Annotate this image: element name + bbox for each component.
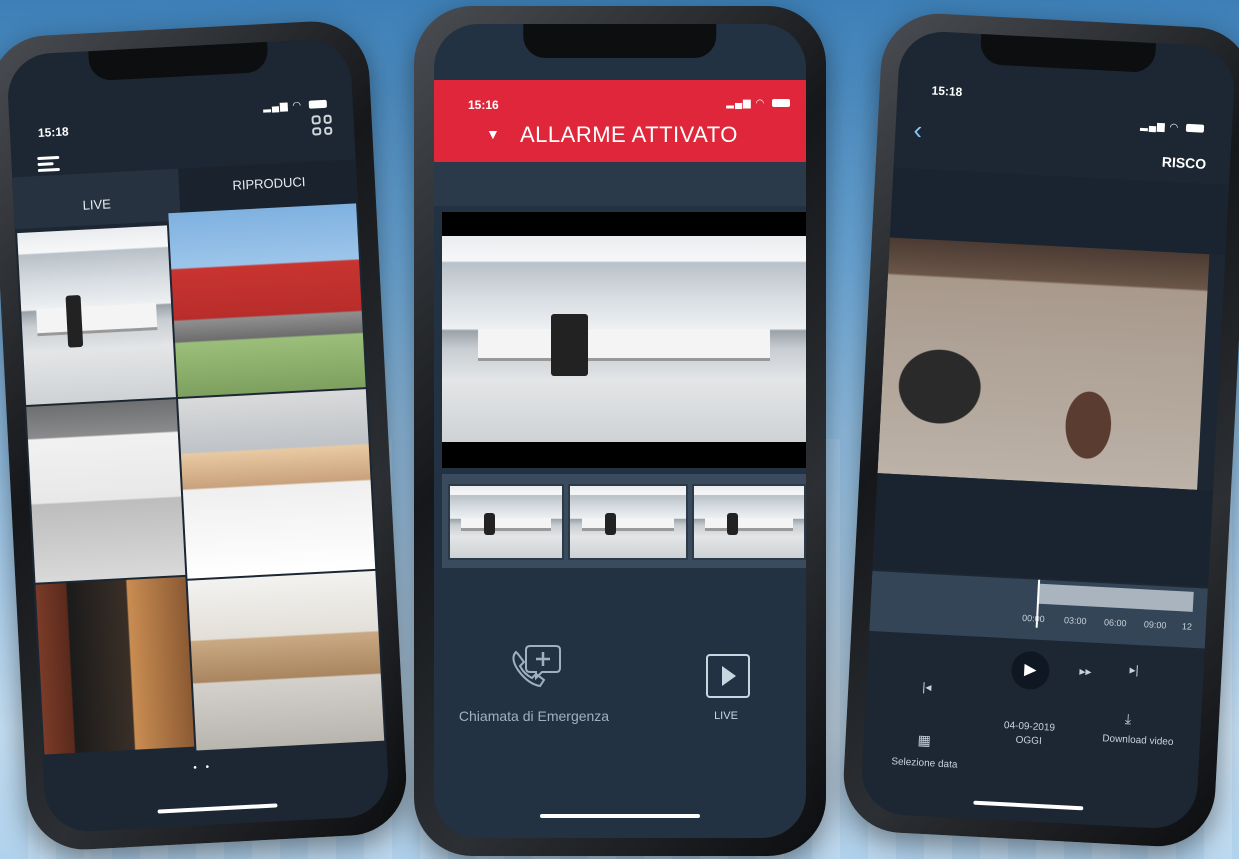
date-label: 04-09-2019: [1003, 720, 1056, 734]
phone-left: 15:18 ▂▄▆ ◠ LIVE RIPRODUCI • •: [0, 18, 410, 853]
live-label[interactable]: LIVE: [696, 710, 756, 722]
live-button[interactable]: [706, 654, 750, 698]
timeline-tick: 06:00: [1103, 617, 1127, 629]
emergency-call-label[interactable]: Chiamata di Emergenza: [444, 708, 624, 724]
phone-center: 15:16 ▂▄▆ ◠ ▼ ALLARME ATTIVATO Chiamata …: [414, 6, 826, 856]
play-icon: [722, 666, 736, 686]
calendar-icon[interactable]: ▦: [917, 732, 931, 750]
timeline-tick: 09:00: [1143, 619, 1167, 631]
timeline-tick: 00:00: [1021, 612, 1045, 625]
timeline-tick: 03:00: [1063, 615, 1087, 627]
live-video-frame[interactable]: [442, 236, 806, 442]
home-indicator: [157, 803, 278, 814]
play-button[interactable]: ▶: [1010, 650, 1051, 691]
collapse-arrow-icon[interactable]: ▼: [486, 126, 500, 142]
download-icon[interactable]: ⤓: [1125, 710, 1132, 727]
camera-thumb-office-2[interactable]: [26, 399, 186, 583]
camera-thumb-shop[interactable]: [35, 576, 195, 755]
date-today-label: OGGI: [1015, 734, 1043, 748]
camera-thumb-office[interactable]: [17, 225, 176, 405]
playback-video-frame[interactable]: [877, 237, 1210, 490]
timeline-tick: 12: [1181, 621, 1193, 632]
home-indicator: [540, 814, 700, 818]
phone-right-screen: 15:18 ▂▄▆ ◠ ‹ RISCO 00:00 03:00 06:00 09…: [859, 29, 1237, 831]
notch: [88, 41, 269, 82]
camera-thumb-mall[interactable]: [178, 389, 376, 579]
emergency-call-icon[interactable]: [506, 642, 562, 690]
fast-forward-icon[interactable]: ▸▸: [1079, 664, 1092, 679]
brand-logo: RISCO: [1161, 153, 1207, 172]
camera-thumb-building[interactable]: [168, 203, 366, 397]
skip-to-start-icon[interactable]: |◂: [922, 680, 932, 694]
camera-thumb-meeting-room[interactable]: [187, 570, 385, 751]
back-chevron-icon[interactable]: ‹: [913, 115, 923, 146]
alarm-title: ALLARME ATTIVATO: [520, 122, 738, 147]
status-icons: ▂▄▆ ◠: [726, 98, 790, 109]
skip-to-end-icon[interactable]: ▸|: [1129, 663, 1139, 677]
phone-left-screen: 15:18 ▂▄▆ ◠ LIVE RIPRODUCI • •: [5, 37, 391, 834]
hamburger-menu-icon[interactable]: [37, 153, 60, 175]
snapshot-thumb-2[interactable]: [568, 484, 688, 560]
snapshot-thumb-1[interactable]: [448, 484, 564, 560]
subheader-bar: [434, 162, 806, 206]
alarm-banner: [434, 80, 806, 162]
status-time: 15:18: [931, 83, 963, 100]
download-video-label[interactable]: Download video: [1088, 733, 1188, 749]
phone-right: 15:18 ▂▄▆ ◠ ‹ RISCO 00:00 03:00 06:00 09…: [840, 10, 1239, 850]
video-bottom-band: [872, 473, 1214, 587]
notch: [979, 33, 1156, 74]
status-icons: ▂▄▆ ◠: [263, 99, 328, 113]
status-icons: ▂▄▆ ◠: [1140, 120, 1205, 134]
phone-cross-icon: [512, 645, 561, 688]
phone-center-screen: 15:16 ▂▄▆ ◠ ▼ ALLARME ATTIVATO Chiamata …: [434, 24, 806, 838]
notch: [523, 24, 717, 58]
status-time: 15:18: [37, 124, 69, 140]
grid-view-icon[interactable]: [311, 114, 333, 136]
status-time: 15:16: [468, 98, 499, 112]
select-date-label[interactable]: Selezione data: [874, 755, 974, 771]
home-indicator: [973, 800, 1084, 811]
page-indicator: • •: [193, 761, 213, 774]
snapshot-thumb-3[interactable]: [692, 484, 806, 560]
